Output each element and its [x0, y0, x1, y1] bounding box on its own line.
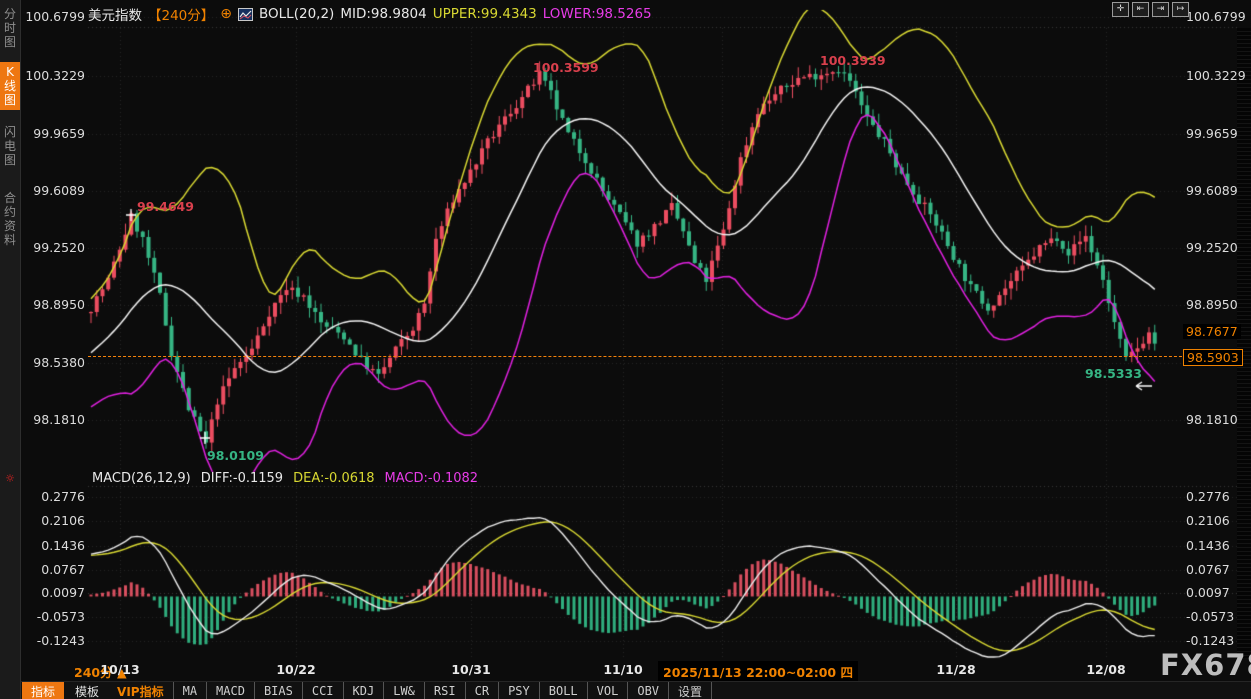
toolbar-item-设置[interactable]: 设置 — [668, 682, 712, 699]
price-annotation: 100.3939 — [820, 53, 886, 68]
toolbar-item-模板[interactable]: 模板 — [66, 682, 108, 699]
date-tick: 10/31 — [451, 662, 490, 677]
price-axis-label-left: 100.3229 — [25, 68, 85, 83]
price-axis-label-left: 99.2520 — [25, 240, 85, 255]
selected-bar-time-label: 2025/11/13 22:00~02:00 四 — [658, 661, 858, 682]
sidebar-tab-闪电图[interactable]: 闪 电 图 — [0, 122, 20, 170]
boll-label: BOLL(20,2) — [259, 6, 334, 22]
chart-header: 美元指数 【240分】 ⊕ BOLL(20,2) MID:98.9804 UPP… — [88, 4, 652, 24]
scale-right-button[interactable]: ⇥ — [1152, 2, 1169, 17]
boll-lower-value: LOWER:98.5265 — [543, 6, 652, 22]
macd-axis-label-right: -0.1243 — [1186, 633, 1234, 648]
price-axis-label-right: 99.2520 — [1186, 240, 1238, 255]
boll-upper-value: UPPER:99.4343 — [433, 6, 537, 22]
toolbar-item-MACD[interactable]: MACD — [206, 682, 254, 699]
price-axis-label-right: 99.6089 — [1186, 183, 1238, 198]
add-indicator-icon[interactable]: ⊕ — [220, 6, 232, 22]
macd-axis-label-left: -0.0573 — [25, 609, 85, 624]
price-axis-label-left: 100.6799 — [25, 9, 85, 24]
price-axis-label-left: 98.5380 — [25, 355, 85, 370]
toolbar-item-CCI[interactable]: CCI — [302, 682, 343, 699]
macd-params-label: MACD(26,12,9) — [92, 471, 191, 486]
price-axis-label-right: 100.6799 — [1186, 9, 1246, 24]
price-annotation: 100.3599 — [533, 60, 599, 75]
date-tick: 12/08 — [1086, 662, 1125, 677]
price-axis-label-left: 98.1810 — [25, 412, 85, 427]
sidebar-tab-K线图[interactable]: K 线 图 — [0, 62, 20, 110]
toolbar-item-PSY[interactable]: PSY — [498, 682, 539, 699]
left-sidebar: 分 时 图 K 线 图闪 电 图合 约 资 料 ☼ — [0, 0, 21, 699]
macd-axis-label-right: 0.1436 — [1186, 538, 1230, 553]
price-axis-label-left: 99.6089 — [25, 183, 85, 198]
date-tick: 10/13 — [100, 662, 139, 677]
right-scroll-strip[interactable] — [1237, 28, 1251, 658]
chart-type-icon[interactable] — [238, 8, 253, 21]
macd-diff-value: DIFF:-0.1159 — [201, 471, 283, 486]
chart-toolbuttons: ✛⇤⇥↦ — [1112, 2, 1189, 17]
price-axis-label-left: 99.9659 — [25, 126, 85, 141]
macd-axis-label-left: 0.0767 — [25, 562, 85, 577]
current-price-tag: 98.5903 — [1183, 349, 1243, 366]
boll-mid-value: MID:98.9804 — [340, 6, 426, 22]
toolbar-item-BIAS[interactable]: BIAS — [254, 682, 302, 699]
macd-axis-label-right: 0.2106 — [1186, 513, 1230, 528]
macd-axis-label-left: -0.1243 — [25, 633, 85, 648]
last-price-dashed-line — [88, 356, 1237, 357]
crosshair-button[interactable]: ✛ — [1112, 2, 1129, 17]
red-burst-icon[interactable]: ☼ — [2, 472, 18, 485]
macd-axis-label-left: 0.1436 — [25, 538, 85, 553]
price-axis-label-right: 100.3229 — [1186, 68, 1246, 83]
toolbar-item-KDJ[interactable]: KDJ — [343, 682, 384, 699]
symbol-title: 美元指数 — [88, 4, 142, 24]
macd-axis-label-right: -0.0573 — [1186, 609, 1234, 624]
macd-axis-label-left: 0.2106 — [25, 513, 85, 528]
toolbar-item-CR[interactable]: CR — [465, 682, 498, 699]
price-annotation: 98.0109 — [207, 448, 264, 463]
time-axis: 240分 ▲ 10/1310/2210/3111/1011/2812/08 20… — [20, 660, 1251, 681]
price-axis-label-right: 98.8950 — [1186, 297, 1238, 312]
goto-end-button[interactable]: ↦ — [1172, 2, 1189, 17]
macd-axis-label-right: 0.0767 — [1186, 562, 1230, 577]
fx678-watermark: FX678 — [1160, 648, 1251, 682]
date-tick: 11/10 — [603, 662, 642, 677]
price-annotation: 98.5333 — [1085, 366, 1142, 381]
macd-axis-label-right: 0.2776 — [1186, 489, 1230, 504]
macd-axis-label-right: 0.0097 — [1186, 585, 1230, 600]
macd-macd-value: MACD:-0.1082 — [385, 471, 479, 486]
macd-dea-value: DEA:-0.0618 — [293, 471, 374, 486]
toolbar-item-指标[interactable]: 指标 — [22, 682, 64, 699]
date-tick: 11/28 — [936, 662, 975, 677]
price-axis-label-right: 98.1810 — [1186, 412, 1238, 427]
price-axis-label-right: 99.9659 — [1186, 126, 1238, 141]
toolbar-item-RSI[interactable]: RSI — [424, 682, 465, 699]
toolbar-item-VIP指标[interactable]: VIP指标 — [108, 682, 173, 699]
price-axis-label-left: 98.8950 — [25, 297, 85, 312]
toolbar-item-OBV[interactable]: OBV — [627, 682, 668, 699]
toolbar-item-LW&[interactable]: LW& — [383, 682, 424, 699]
toolbar-item-VOL[interactable]: VOL — [587, 682, 628, 699]
period-badge[interactable]: 【240分】 — [148, 4, 214, 24]
macd-axis-label-left: 0.2776 — [25, 489, 85, 504]
sidebar-tab-分时图[interactable]: 分 时 图 — [0, 4, 20, 52]
macd-header: MACD(26,12,9) DIFF:-0.1159 DEA:-0.0618 M… — [92, 471, 478, 486]
date-tick: 10/22 — [276, 662, 315, 677]
last-close-price-tag: 98.7677 — [1183, 324, 1241, 339]
scale-left-button[interactable]: ⇤ — [1132, 2, 1149, 17]
toolbar-item-MA[interactable]: MA — [173, 682, 206, 699]
price-annotation: 99.4649 — [137, 199, 194, 214]
candlestick-chart-canvas[interactable] — [0, 0, 1251, 699]
sidebar-tab-合约资料[interactable]: 合 约 资 料 — [0, 188, 20, 250]
trading-app-window: 分 时 图 K 线 图闪 电 图合 约 资 料 ☼ 美元指数 【240分】 ⊕ BO… — [0, 0, 1251, 699]
macd-axis-label-left: 0.0097 — [25, 585, 85, 600]
indicator-toolbar: 指标模板VIP指标MAMACDBIASCCIKDJLW&RSICRPSYBOLL… — [20, 681, 1251, 699]
toolbar-item-BOLL[interactable]: BOLL — [539, 682, 587, 699]
